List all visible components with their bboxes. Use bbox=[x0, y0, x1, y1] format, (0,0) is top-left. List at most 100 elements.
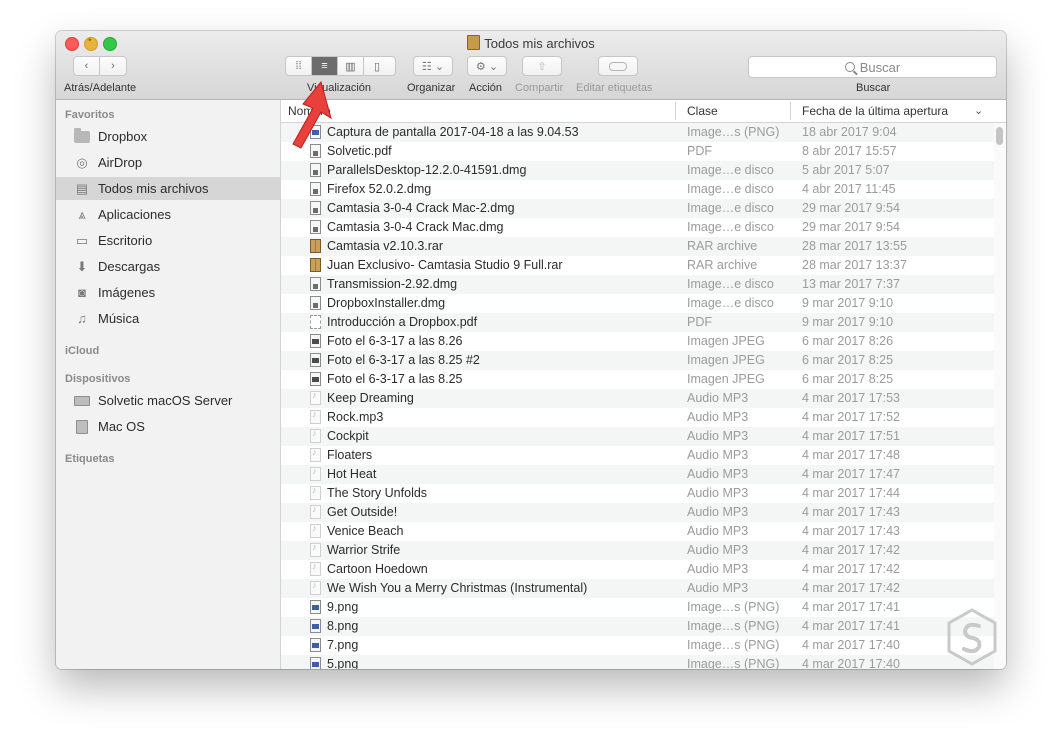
file-name: The Story Unfolds bbox=[327, 486, 428, 500]
file-audio-icon bbox=[310, 409, 321, 424]
file-audio-icon bbox=[310, 466, 321, 481]
table-row[interactable]: DropboxInstaller.dmg Image…e disco 9 mar 2… bbox=[281, 294, 1006, 313]
view-columns-button[interactable]: ▥ bbox=[338, 57, 364, 75]
watermark-logo-icon bbox=[947, 608, 997, 666]
sidebar-item-dropbox[interactable]: Dropbox bbox=[56, 125, 280, 148]
file-date: 28 mar 2017 13:37 bbox=[802, 258, 907, 272]
file-date: 9 mar 2017 9:10 bbox=[802, 315, 894, 329]
share-label: Compartir bbox=[515, 82, 564, 94]
table-row[interactable]: Juan Exclusivo- Camtasia Studio 9 Full.r… bbox=[281, 256, 1006, 275]
file-date: 4 mar 2017 17:53 bbox=[802, 391, 900, 405]
sidebar-item-escritorio[interactable]: ▭ Escritorio bbox=[56, 229, 280, 252]
file-date: 4 mar 2017 17:42 bbox=[802, 543, 900, 557]
table-row[interactable]: ParallelsDesktop-12.2.0-41591.dmg Image…e… bbox=[281, 161, 1006, 180]
file-name: Hot Heat bbox=[327, 467, 377, 481]
view-coverflow-button[interactable]: ▯ bbox=[364, 57, 390, 75]
arrange-button[interactable]: ☷ ⌄ bbox=[413, 56, 453, 76]
table-row[interactable]: 7.png Image…s (PNG) 4 mar 2017 17:40 bbox=[281, 636, 1006, 655]
table-row[interactable]: Foto el 6-3-17 a las 8.25 #2 Imagen JPEG 6… bbox=[281, 351, 1006, 370]
file-name: Keep Dreaming bbox=[327, 391, 414, 405]
table-row[interactable]: Rock.mp3 Audio MP3 4 mar 2017 17:52 bbox=[281, 408, 1006, 427]
file-kind: Audio MP3 bbox=[687, 467, 749, 481]
table-row[interactable]: 8.png Image…s (PNG) 4 mar 2017 17:41 bbox=[281, 617, 1006, 636]
file-date: 29 mar 2017 9:54 bbox=[802, 220, 900, 234]
edit-tags-button[interactable] bbox=[598, 56, 638, 76]
file-audio-icon bbox=[310, 504, 321, 519]
share-button[interactable]: ⇧ bbox=[522, 56, 562, 76]
table-row[interactable]: Cartoon Hoedown Audio MP3 4 mar 2017 17:42 bbox=[281, 560, 1006, 579]
sidebar-item-todos-mis-archivos[interactable]: ▤ Todos mis archivos bbox=[56, 177, 280, 200]
file-name: Camtasia 3-0-4 Crack Mac-2.dmg bbox=[327, 201, 515, 215]
table-row[interactable]: Camtasia 3-0-4 Crack Mac-2.dmg Image…e di… bbox=[281, 199, 1006, 218]
window-title: Todos mis archivos bbox=[56, 35, 1006, 51]
file-name: Cockpit bbox=[327, 429, 369, 443]
file-kind: Audio MP3 bbox=[687, 562, 749, 576]
table-row[interactable]: Camtasia v2.10.3.rar RAR archive 28 mar 20… bbox=[281, 237, 1006, 256]
file-name: ParallelsDesktop-12.2.0-41591.dmg bbox=[327, 163, 527, 177]
action-button[interactable]: ⚙ ⌄ bbox=[467, 56, 507, 76]
file-dotted-icon bbox=[310, 315, 321, 329]
share-icon: ⇧ bbox=[537, 60, 547, 73]
forward-button[interactable]: › bbox=[100, 57, 126, 75]
file-date: 4 mar 2017 17:42 bbox=[802, 562, 900, 576]
file-kind: Audio MP3 bbox=[687, 410, 749, 424]
file-name: Captura de pantalla 2017-04-18 a las 9.0… bbox=[327, 125, 579, 139]
file-kind: Audio MP3 bbox=[687, 543, 749, 557]
table-row[interactable]: 5.png Image…s (PNG) 4 mar 2017 17:40 bbox=[281, 655, 1006, 669]
table-row[interactable]: Foto el 6-3-17 a las 8.25 Imagen JPEG 6 ma… bbox=[281, 370, 1006, 389]
table-row[interactable]: Get Outside! Audio MP3 4 mar 2017 17:43 bbox=[281, 503, 1006, 522]
vertical-scrollbar[interactable] bbox=[994, 123, 1006, 669]
file-doc-icon bbox=[310, 201, 321, 215]
table-row[interactable]: Cockpit Audio MP3 4 mar 2017 17:51 bbox=[281, 427, 1006, 446]
sidebar-item-imagenes[interactable]: ◙ Imágenes bbox=[56, 281, 280, 304]
sidebar-item-mac-os[interactable]: Mac OS bbox=[56, 415, 280, 438]
file-name: Camtasia v2.10.3.rar bbox=[327, 239, 444, 253]
table-row[interactable]: Captura de pantalla 2017-04-18 a las 9.0… bbox=[281, 123, 1006, 142]
sort-chevron-down-icon[interactable]: ⌄ bbox=[974, 104, 983, 117]
table-row[interactable]: Solvetic.pdf PDF 8 abr 2017 15:57 bbox=[281, 142, 1006, 161]
file-name: DropboxInstaller.dmg bbox=[327, 296, 446, 310]
file-date: 5 abr 2017 5:07 bbox=[802, 163, 890, 177]
file-kind: Image…e disco bbox=[687, 163, 774, 177]
back-button[interactable]: ‹ bbox=[74, 57, 100, 75]
file-name: 8.png bbox=[327, 619, 359, 633]
sidebar-header-favorites: Favoritos bbox=[65, 109, 115, 121]
table-row[interactable]: Foto el 6-3-17 a las 8.26 Imagen JPEG 6 ma… bbox=[281, 332, 1006, 351]
view-list-button[interactable]: ≡ bbox=[312, 57, 338, 75]
sidebar-item-solvetic-server[interactable]: Solvetic macOS Server bbox=[56, 389, 280, 412]
file-date: 4 mar 2017 17:40 bbox=[802, 657, 900, 669]
search-field[interactable]: Buscar bbox=[748, 56, 997, 78]
file-date: 4 mar 2017 17:43 bbox=[802, 524, 900, 538]
table-row[interactable]: Keep Dreaming Audio MP3 4 mar 2017 17:53 bbox=[281, 389, 1006, 408]
file-audio-icon bbox=[310, 447, 321, 462]
file-list: Nombre Clase Fecha de la última apertura… bbox=[281, 100, 1006, 669]
view-icons-button[interactable]: ⁞⁞ bbox=[286, 57, 312, 75]
scrollbar-thumb[interactable] bbox=[996, 127, 1003, 145]
file-kind: Audio MP3 bbox=[687, 505, 749, 519]
file-name: Introducción a Dropbox.pdf bbox=[327, 315, 478, 329]
sidebar-header-dispositivos: Dispositivos bbox=[65, 373, 131, 385]
column-kind-header[interactable]: Clase bbox=[687, 104, 718, 118]
file-kind: Image…s (PNG) bbox=[687, 125, 780, 139]
file-audio-icon bbox=[310, 428, 321, 443]
table-row[interactable]: Camtasia 3-0-4 Crack Mac.dmg Image…e disc… bbox=[281, 218, 1006, 237]
table-row[interactable]: Introducción a Dropbox.pdf PDF 9 mar 2017 … bbox=[281, 313, 1006, 332]
table-row[interactable]: Transmission-2.92.dmg Image…e disco 13 mar… bbox=[281, 275, 1006, 294]
table-row[interactable]: Firefox 52.0.2.dmg Image…e disco 4 abr 201… bbox=[281, 180, 1006, 199]
table-row[interactable]: Floaters Audio MP3 4 mar 2017 17:48 bbox=[281, 446, 1006, 465]
file-name: Firefox 52.0.2.dmg bbox=[327, 182, 432, 196]
table-row[interactable]: Hot Heat Audio MP3 4 mar 2017 17:47 bbox=[281, 465, 1006, 484]
file-png-icon bbox=[310, 619, 321, 633]
table-row[interactable]: Venice Beach Audio MP3 4 mar 2017 17:43 bbox=[281, 522, 1006, 541]
sidebar-item-musica[interactable]: ♫ Música bbox=[56, 307, 280, 330]
table-row[interactable]: The Story Unfolds Audio MP3 4 mar 2017 17:… bbox=[281, 484, 1006, 503]
table-row[interactable]: 9.png Image…s (PNG) 4 mar 2017 17:41 bbox=[281, 598, 1006, 617]
sidebar-item-airdrop[interactable]: ◎ AirDrop bbox=[56, 151, 280, 174]
table-row[interactable]: We Wish You a Merry Christmas (Instrumen… bbox=[281, 579, 1006, 598]
table-row[interactable]: Warrior Strife Audio MP3 4 mar 2017 17:42 bbox=[281, 541, 1006, 560]
file-kind: Imagen JPEG bbox=[687, 353, 765, 367]
file-date: 4 abr 2017 11:45 bbox=[802, 182, 896, 196]
sidebar-item-aplicaciones[interactable]: ⩓ Aplicaciones bbox=[56, 203, 280, 226]
sidebar-item-descargas[interactable]: ⬇ Descargas bbox=[56, 255, 280, 278]
column-date-header[interactable]: Fecha de la última apertura bbox=[802, 104, 948, 118]
